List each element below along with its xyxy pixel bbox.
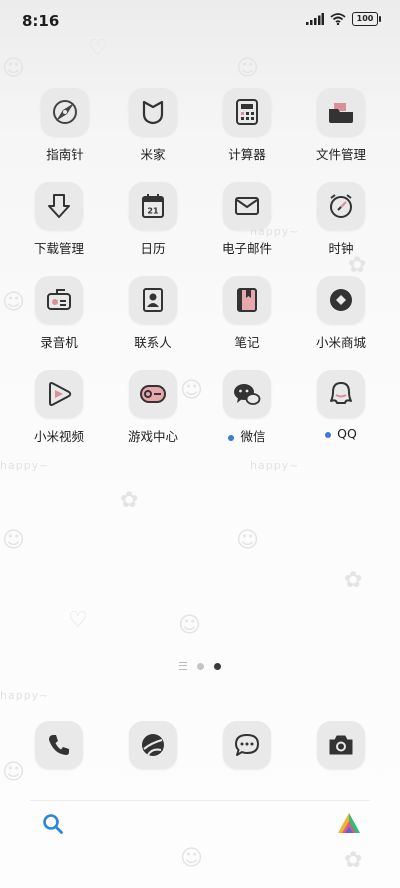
app-label: 指南针 (46, 147, 84, 162)
wechat-icon (223, 370, 271, 418)
folder-icon (317, 88, 365, 136)
calendar-date: 21 (147, 207, 159, 216)
dock-phone[interactable] (13, 721, 105, 769)
wallpaper-doodle: ✿ (344, 848, 363, 873)
app-clock[interactable]: 时钟 (295, 182, 387, 257)
app-label: 文件管理 (315, 147, 366, 162)
wallpaper-doodle: ✿ (344, 568, 363, 593)
page-dot-1[interactable] (197, 662, 204, 670)
compass-icon (41, 88, 89, 136)
app-label: 微信 (201, 426, 293, 445)
app-recorder[interactable]: 录音机 (13, 276, 105, 351)
camera-icon (317, 721, 365, 769)
calendar-icon: 21 (129, 182, 177, 230)
app-email[interactable]: 电子邮件 (201, 182, 293, 257)
app-label: 游戏中心 (127, 429, 178, 444)
app-calculator[interactable]: 计算器 (201, 88, 293, 163)
new-indicator (325, 431, 332, 438)
app-label: 笔记 (234, 335, 260, 350)
search-bar[interactable] (30, 800, 370, 847)
app-label: 录音机 (40, 335, 78, 350)
app-mijia[interactable]: 米家 (107, 88, 199, 163)
app-label: 小米视频 (33, 429, 84, 444)
wallpaper-doodle: ☺ (178, 613, 201, 638)
app-label-text: QQ (337, 426, 357, 441)
status-time: 8:16 (22, 12, 60, 30)
app-label: 米家 (140, 147, 166, 162)
recorder-icon (35, 276, 83, 324)
app-contacts[interactable]: 联系人 (107, 276, 199, 351)
app-label-text: 微信 (240, 429, 266, 444)
app-calendar[interactable]: 21 日历 (107, 182, 199, 257)
signal-icon (306, 13, 324, 25)
mijia-icon (129, 88, 177, 136)
wallpaper-doodle: ✿ (120, 488, 139, 513)
clock-icon (317, 182, 365, 230)
game-center-icon (129, 370, 177, 418)
wallpaper-text: happy~ (0, 689, 50, 702)
app-download-manager[interactable]: 下载管理 (13, 182, 105, 257)
app-mi-video[interactable]: 小米视频 (13, 370, 105, 445)
wallpaper-doodle: ♡ (88, 36, 108, 61)
calculator-icon (223, 88, 271, 136)
dock-browser[interactable] (107, 721, 199, 769)
app-label: 小米商城 (315, 335, 366, 350)
notes-icon (223, 276, 271, 324)
app-compass[interactable]: 指南针 (19, 88, 111, 163)
dock-camera[interactable] (295, 721, 387, 769)
page-dot-2[interactable] (214, 662, 221, 670)
battery-icon: 100 (352, 12, 381, 26)
wallpaper-text: happy~ (0, 459, 50, 472)
wifi-icon (330, 13, 346, 25)
qq-icon (317, 370, 365, 418)
wallpaper-doodle: ☺ (180, 846, 203, 871)
contacts-icon (129, 276, 177, 324)
app-label: 日历 (140, 241, 166, 256)
app-label: 下载管理 (33, 241, 84, 256)
app-label: 电子邮件 (221, 241, 272, 256)
browser-icon (129, 721, 177, 769)
ai-assistant-icon[interactable] (336, 811, 362, 841)
wallpaper-doodle: ♡ (68, 608, 88, 633)
app-label: 时钟 (328, 241, 354, 256)
app-drawer-indicator-icon[interactable] (179, 662, 187, 670)
status-bar: 8:16 100 (0, 0, 400, 40)
wallpaper-text: happy~ (250, 459, 300, 472)
wallpaper-doodle: ☺ (2, 56, 25, 81)
wallpaper-doodle: ☺ (236, 56, 259, 81)
phone-icon (35, 721, 83, 769)
search-icon[interactable] (42, 813, 64, 839)
wallpaper-doodle: ☺ (2, 528, 25, 553)
mi-video-icon (35, 370, 83, 418)
status-icons: 100 (306, 12, 381, 26)
wallpaper-doodle: ✿ (348, 253, 367, 278)
app-qq[interactable]: QQ (295, 370, 387, 441)
dock-messages[interactable] (201, 721, 293, 769)
mi-store-icon (317, 276, 365, 324)
app-label: 计算器 (228, 147, 266, 162)
app-mi-store[interactable]: 小米商城 (295, 276, 387, 351)
wallpaper-doodle: ☺ (236, 528, 259, 553)
app-label: 联系人 (134, 335, 172, 350)
app-game-center[interactable]: 游戏中心 (107, 370, 199, 445)
app-label: QQ (295, 426, 387, 441)
page-indicator[interactable] (0, 662, 400, 670)
app-notes[interactable]: 笔记 (201, 276, 293, 351)
download-icon (35, 182, 83, 230)
mail-icon (223, 182, 271, 230)
app-wechat[interactable]: 微信 (201, 370, 293, 445)
new-indicator (228, 434, 235, 441)
messages-icon (223, 721, 271, 769)
app-file-manager[interactable]: 文件管理 (295, 88, 387, 163)
